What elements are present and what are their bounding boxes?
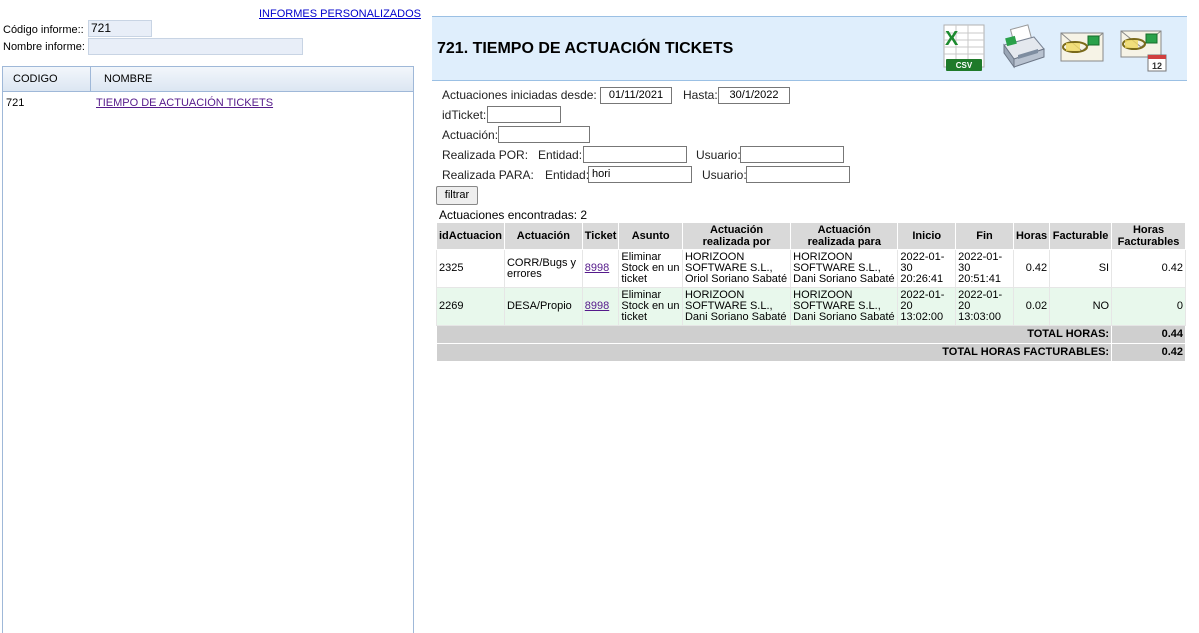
code-label: Código informe::: [3, 24, 84, 36]
actuacion-input[interactable]: [498, 126, 590, 143]
list-item-name-link[interactable]: TIEMPO DE ACTUACIÓN TICKETS: [96, 97, 273, 109]
report-list: CODIGO NOMBRE 721 TIEMPO DE ACTUACIÓN TI…: [2, 66, 414, 633]
cell-asunto: Eliminar Stock en un ticket: [618, 249, 683, 288]
results-table: idActuacion Actuación Ticket Asunto Actu…: [435, 222, 1186, 362]
cell-actuacion: CORR/Bugs y errores: [503, 249, 583, 288]
desde-input[interactable]: 01/11/2021: [600, 87, 672, 104]
name-input[interactable]: [88, 38, 303, 55]
csv-icon-text: CSV: [956, 61, 973, 70]
para-usuario-input[interactable]: [746, 166, 850, 183]
column-header: Actuación realizada por: [681, 222, 792, 250]
column-header: Inicio: [897, 222, 957, 250]
filtrar-button[interactable]: filtrar: [436, 186, 478, 205]
informes-personalizados-link[interactable]: INFORMES PERSONALIZADOS: [259, 8, 421, 20]
column-header: Facturable: [1049, 222, 1113, 250]
cell-inicio: 2022-01-30 20:26:41: [897, 249, 957, 288]
desde-label: Actuaciones iniciadas desde:: [442, 88, 597, 102]
para-usuario-label: Usuario:: [702, 168, 747, 182]
cell-fin: 2022-01-20 13:03:00: [955, 287, 1014, 326]
cell-ticket[interactable]: 8998: [581, 287, 620, 326]
ticket-link[interactable]: 8998: [585, 262, 609, 274]
csv-export-icon[interactable]: X CSV: [940, 23, 990, 73]
total-facturables-label: TOTAL HORAS FACTURABLES:: [435, 343, 1113, 362]
table-row: 2325 CORR/Bugs y errores 8998 Eliminar S…: [436, 249, 1186, 288]
table-row: 2269 DESA/Propio 8998 Eliminar Stock en …: [436, 287, 1186, 326]
cell-horas: 0.02: [1012, 287, 1051, 326]
name-label: Nombre informe:: [3, 41, 85, 53]
idticket-label: idTicket:: [442, 108, 487, 122]
cell-inicio: 2022-01-20 13:02:00: [897, 287, 957, 326]
table-header-row: idActuacion Actuación Ticket Asunto Actu…: [436, 222, 1186, 250]
cell-por: HORIZOON SOFTWARE S.L., Oriol Soriano Sa…: [681, 249, 792, 288]
cell-facturable: SI: [1049, 249, 1113, 288]
list-item[interactable]: 721 TIEMPO DE ACTUACIÓN TICKETS: [3, 92, 413, 114]
column-header: Actuación realizada para: [790, 222, 899, 250]
column-header: Asunto: [618, 222, 683, 250]
column-header: Horas Facturables: [1111, 222, 1186, 250]
hasta-input[interactable]: 30/1/2022: [718, 87, 790, 104]
realizada-por-label: Realizada POR:: [442, 148, 529, 162]
cell-asunto: Eliminar Stock en un ticket: [618, 287, 683, 326]
para-entidad-input[interactable]: hori: [588, 166, 692, 183]
column-header: Actuación: [503, 222, 583, 250]
scheduled-email-icon[interactable]: 12: [1118, 23, 1168, 73]
idticket-input[interactable]: [487, 106, 561, 123]
actuacion-label: Actuación:: [442, 128, 499, 142]
column-header: Fin: [955, 222, 1014, 250]
cell-fin: 2022-01-30 20:51:41: [955, 249, 1014, 288]
por-usuario-label: Usuario:: [696, 148, 741, 162]
por-entidad-input[interactable]: [583, 146, 687, 163]
print-icon[interactable]: [998, 23, 1048, 73]
page-title: 721. TIEMPO DE ACTUACIÓN TICKETS: [437, 40, 734, 57]
cell-id: 2325: [436, 249, 505, 288]
svg-text:X: X: [945, 28, 959, 50]
cell-ticket[interactable]: 8998: [581, 249, 620, 288]
por-usuario-input[interactable]: [740, 146, 844, 163]
email-icon[interactable]: [1058, 23, 1108, 73]
schedule-day-number: 12: [1152, 61, 1162, 71]
total-horas-label: TOTAL HORAS:: [435, 325, 1113, 344]
realizada-para-label: Realizada PARA:: [442, 168, 534, 182]
cell-horas: 0.42: [1012, 249, 1051, 288]
cell-para: HORIZOON SOFTWARE S.L., Dani Soriano Sab…: [790, 249, 899, 288]
para-entidad-label: Entidad:: [545, 168, 590, 182]
cell-actuacion: DESA/Propio: [503, 287, 583, 326]
column-header: idActuacion: [436, 222, 505, 250]
total-horas-value: 0.44: [1111, 325, 1186, 344]
total-facturables-row: TOTAL HORAS FACTURABLES: 0.42: [435, 343, 1186, 362]
column-header: Horas: [1012, 222, 1051, 250]
cell-horas-facturables: 0: [1111, 287, 1186, 326]
hasta-label: Hasta:: [683, 88, 718, 102]
results-count: Actuaciones encontradas: 2: [439, 208, 588, 222]
list-item-code: 721: [6, 97, 25, 109]
report-list-header: CODIGO NOMBRE: [3, 67, 413, 92]
ticket-link[interactable]: 8998: [585, 300, 609, 312]
column-header: Ticket: [581, 222, 620, 250]
total-facturables-value: 0.42: [1111, 343, 1186, 362]
report-header: 721. TIEMPO DE ACTUACIÓN TICKETS X CSV 1…: [432, 16, 1187, 81]
cell-horas-facturables: 0.42: [1111, 249, 1186, 288]
cell-por: HORIZOON SOFTWARE S.L., Dani Soriano Sab…: [681, 287, 792, 326]
por-entidad-label: Entidad:: [538, 148, 583, 162]
column-header-nombre[interactable]: NOMBRE: [92, 67, 152, 91]
cell-facturable: NO: [1049, 287, 1113, 326]
column-header-codigo[interactable]: CODIGO: [3, 67, 91, 91]
code-input[interactable]: 721: [88, 20, 152, 37]
cell-para: HORIZOON SOFTWARE S.L., Dani Soriano Sab…: [790, 287, 899, 326]
cell-id: 2269: [436, 287, 505, 326]
total-horas-row: TOTAL HORAS: 0.44: [435, 325, 1186, 344]
